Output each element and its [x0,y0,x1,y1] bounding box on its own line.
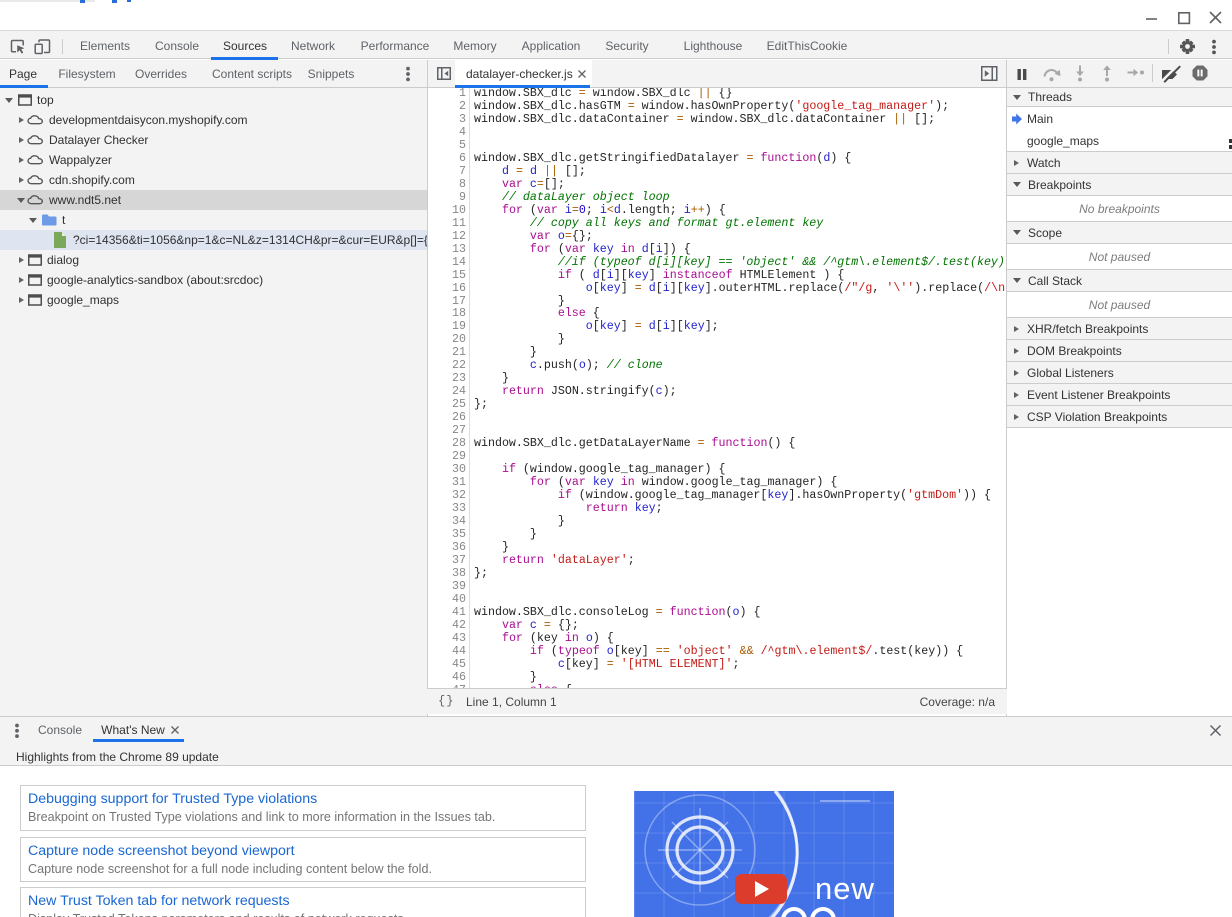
svg-text:new: new [815,871,875,906]
